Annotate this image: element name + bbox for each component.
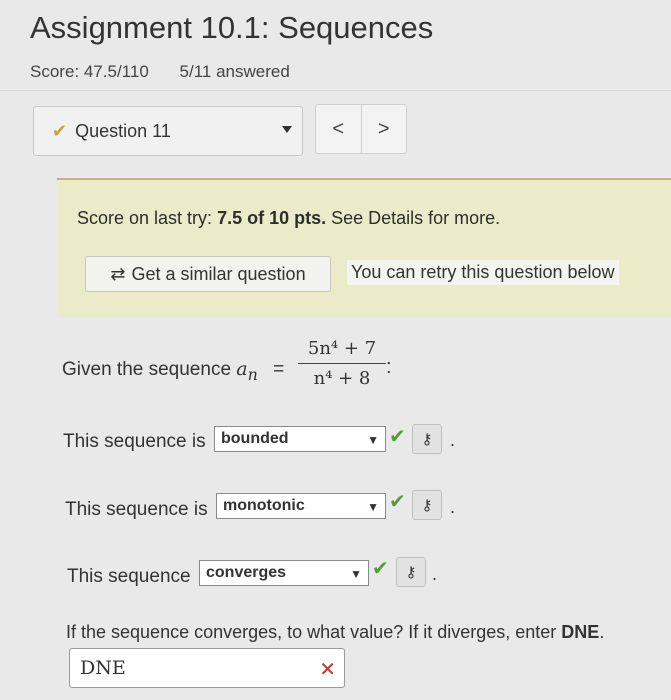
part1-label: This sequence is <box>63 431 206 452</box>
formula-denominator: n⁴ + 8 <box>313 368 371 389</box>
retry-message: You can retry this question below <box>347 260 619 285</box>
limit-question: If the sequence converges, to what value… <box>66 622 605 642</box>
answered-count: 5/11 answered <box>179 62 290 81</box>
checkmark-icon: ✔ <box>52 120 68 141</box>
question-navigation: < > <box>315 104 407 154</box>
last-try-score: Score on last try: 7.5 of 10 pts. See De… <box>77 208 501 228</box>
key-icon[interactable]: ⚷ <box>412 424 442 454</box>
header-divider <box>0 90 671 91</box>
limit-answer-input[interactable]: DNE ✕ <box>69 648 345 688</box>
part3-label: This sequence <box>67 566 191 587</box>
chevron-down-icon <box>282 126 292 133</box>
similar-question-button[interactable]: ⇄ Get a similar question <box>85 256 331 292</box>
sequence-symbol: an <box>236 358 258 384</box>
last-try-points: 7.5 of 10 pts. <box>217 208 327 228</box>
sequence-formula: 5n⁴ + 7 n⁴ + 8 <box>298 338 386 389</box>
monotonic-select[interactable]: monotonic ▼ <box>216 493 386 519</box>
last-try-banner: Score on last try: 7.5 of 10 pts. See De… <box>57 178 671 318</box>
converges-select[interactable]: converges ▼ <box>199 560 369 586</box>
chevron-down-icon: ▼ <box>367 500 379 514</box>
incorrect-x-icon: ✕ <box>319 657 336 681</box>
formula-colon: : <box>386 356 392 378</box>
assignment-title: Assignment 10.1: Sequences <box>30 10 434 45</box>
previous-question-button[interactable]: < <box>316 105 361 153</box>
correct-checkmark-icon: ✔ <box>389 426 406 448</box>
correct-checkmark-icon: ✔ <box>372 558 389 580</box>
key-icon[interactable]: ⚷ <box>396 557 426 587</box>
score-summary: Score: 47.5/110 5/11 answered <box>30 62 316 82</box>
similar-question-label: Get a similar question <box>131 263 306 284</box>
chevron-down-icon: ▼ <box>350 567 362 581</box>
formula-numerator: 5n⁴ + 7 <box>307 338 377 359</box>
bounded-select[interactable]: bounded ▼ <box>214 426 386 452</box>
limit-answer-value: DNE <box>80 657 126 679</box>
part2-label: This sequence is <box>65 499 208 520</box>
score-text: Score: 47.5/110 <box>30 62 149 81</box>
question-select[interactable]: ✔ Question 11 <box>33 106 303 156</box>
correct-checkmark-icon: ✔ <box>389 491 406 513</box>
question-select-label: Question 11 <box>75 120 171 141</box>
equals-sign: = <box>273 359 285 380</box>
refresh-icon: ⇄ <box>110 263 126 284</box>
chevron-down-icon: ▼ <box>367 433 379 447</box>
next-question-button[interactable]: > <box>360 105 407 153</box>
sequence-statement: Given the sequence an = <box>62 358 285 384</box>
key-icon[interactable]: ⚷ <box>412 490 442 520</box>
